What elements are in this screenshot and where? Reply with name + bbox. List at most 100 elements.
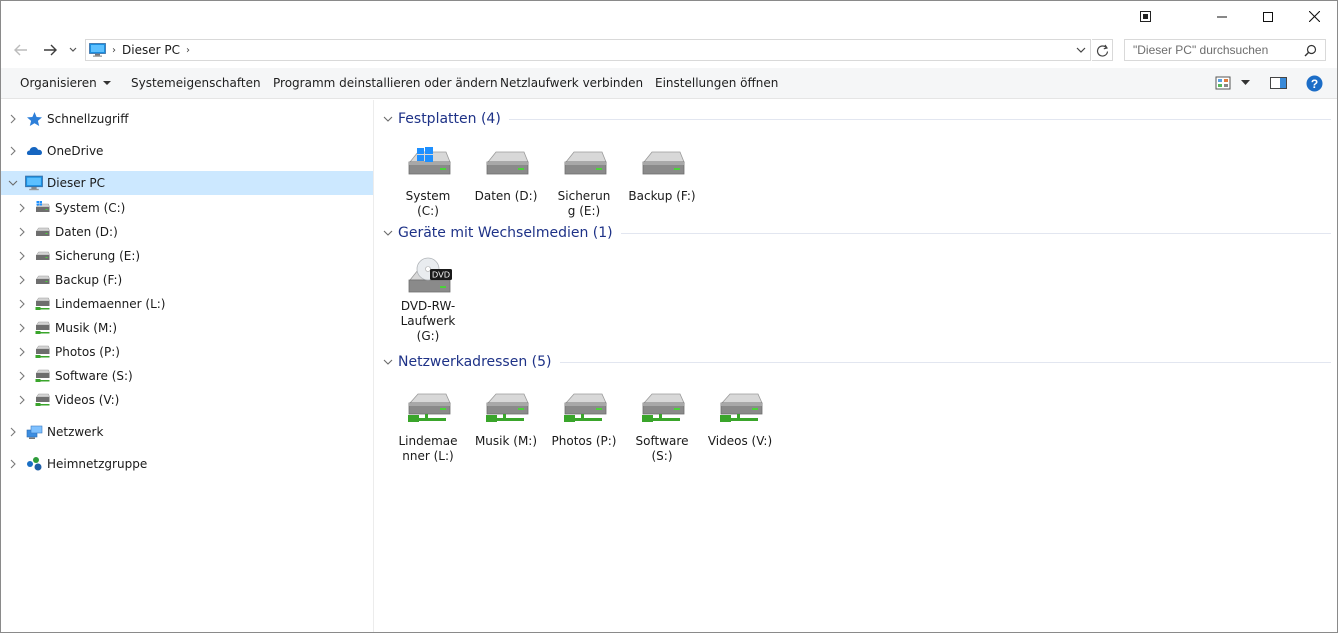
- arrow-left-icon: [14, 44, 27, 56]
- network-tile-p[interactable]: Photos (P:): [549, 391, 619, 449]
- breadcrumb-separator-icon[interactable]: ›: [112, 45, 116, 56]
- refresh-button[interactable]: [1092, 39, 1113, 61]
- snap-layout-icon[interactable]: [1140, 11, 1151, 22]
- preview-pane-icon[interactable]: [1270, 75, 1287, 91]
- chevron-right-icon[interactable]: [17, 251, 27, 261]
- chevron-right-icon[interactable]: [17, 323, 27, 333]
- chevron-right-icon[interactable]: [17, 203, 27, 213]
- nav-item-this-pc[interactable]: Dieser PC: [1, 171, 373, 195]
- tile-label: Photos (P:): [551, 434, 617, 448]
- back-button[interactable]: [10, 39, 32, 61]
- chevron-right-icon[interactable]: [8, 427, 18, 437]
- system-properties-button[interactable]: Systemeigenschaften: [131, 68, 261, 98]
- chevron-right-icon[interactable]: [17, 371, 27, 381]
- breadcrumb-dieser-pc[interactable]: Dieser PC: [122, 43, 180, 57]
- chevron-right-icon[interactable]: [8, 146, 18, 156]
- windows-drive-icon: [404, 147, 452, 186]
- minimize-button[interactable]: [1199, 1, 1245, 32]
- nav-item-quick-access[interactable]: Schnellzugriff: [1, 107, 373, 131]
- drive-tile-f[interactable]: Backup (F:): [627, 146, 697, 204]
- nav-label: Daten (D:): [55, 225, 118, 239]
- chevron-down-icon[interactable]: [8, 178, 18, 188]
- nav-item-drive-l[interactable]: Lindemaenner (L:): [1, 292, 373, 316]
- command-bar: Organisieren Systemeigenschaften Program…: [1, 68, 1337, 99]
- content-view: Festplatten (4) System (C:) Daten (D:) S…: [375, 100, 1337, 632]
- open-settings-button[interactable]: Einstellungen öffnen: [655, 68, 778, 98]
- network-drive-icon: [716, 391, 764, 431]
- nav-item-onedrive[interactable]: OneDrive: [1, 139, 373, 163]
- network-drive-icon: [34, 344, 51, 360]
- group-header-network-locations[interactable]: Netzwerkadressen (5): [383, 352, 1331, 372]
- search-input[interactable]: [1125, 43, 1297, 57]
- nav-label: Videos (V:): [55, 393, 120, 407]
- chevron-down-icon[interactable]: [383, 228, 393, 238]
- nav-item-drive-e[interactable]: Sicherung (E:): [1, 244, 373, 268]
- organize-label: Organisieren: [20, 76, 97, 90]
- network-tile-v[interactable]: Videos (V:): [705, 391, 775, 449]
- star-icon: [27, 112, 42, 126]
- nav-label: System (C:): [55, 201, 126, 215]
- help-icon[interactable]: ?: [1306, 75, 1323, 92]
- maximize-button[interactable]: [1245, 1, 1291, 32]
- chevron-down-icon[interactable]: [383, 114, 393, 124]
- close-icon: [1308, 11, 1320, 22]
- nav-label: Schnellzugriff: [47, 112, 129, 126]
- chevron-right-icon[interactable]: [8, 459, 18, 469]
- drive-tile-e[interactable]: Sicherung (E:): [549, 146, 619, 219]
- recent-locations-button[interactable]: [65, 39, 81, 61]
- hard-drive-icon: [482, 146, 530, 186]
- nav-item-drive-p[interactable]: Photos (P:): [1, 340, 373, 364]
- drive-tile-c[interactable]: System (C:): [393, 146, 463, 219]
- group-divider: [559, 361, 1331, 363]
- close-button[interactable]: [1291, 1, 1337, 32]
- nav-item-drive-d[interactable]: Daten (D:): [1, 220, 373, 244]
- windows-drive-icon: [34, 201, 51, 216]
- breadcrumb-separator-icon[interactable]: ›: [186, 45, 190, 56]
- computer-icon: [25, 175, 43, 191]
- tile-label: Lindemaenner (L:): [398, 434, 458, 463]
- group-header-removable[interactable]: Geräte mit Wechselmedien (1): [383, 223, 1331, 243]
- computer-icon: [89, 43, 106, 57]
- change-view-icon[interactable]: [1215, 75, 1231, 91]
- network-tile-l[interactable]: Lindemaenner (L:): [393, 391, 463, 464]
- address-history-chevron-icon[interactable]: [1074, 43, 1088, 57]
- nav-item-homegroup[interactable]: Heimnetzgruppe: [1, 452, 373, 476]
- nav-item-drive-f[interactable]: Backup (F:): [1, 268, 373, 292]
- chevron-down-icon[interactable]: [383, 357, 393, 367]
- chevron-right-icon[interactable]: [17, 227, 27, 237]
- group-title: Geräte mit Wechselmedien (1): [398, 225, 613, 241]
- drive-tile-g[interactable]: DVD DVD-RW-Laufwerk (G:): [393, 256, 463, 344]
- view-options-caret-icon[interactable]: [1241, 80, 1250, 86]
- nav-item-drive-v[interactable]: Videos (V:): [1, 388, 373, 412]
- nav-label: Sicherung (E:): [55, 249, 141, 263]
- chevron-right-icon[interactable]: [17, 299, 27, 309]
- network-drive-icon: [34, 296, 51, 312]
- address-bar[interactable]: › Dieser PC ›: [85, 39, 1091, 61]
- network-tile-s[interactable]: Software (S:): [627, 391, 697, 464]
- network-drive-icon: [638, 391, 686, 431]
- nav-label: Netzwerk: [47, 425, 104, 439]
- map-network-drive-button[interactable]: Netzlaufwerk verbinden: [500, 68, 643, 98]
- network-drive-icon: [34, 368, 51, 384]
- address-row: › Dieser PC ›: [1, 37, 1337, 63]
- nav-item-drive-s[interactable]: Software (S:): [1, 364, 373, 388]
- drive-tile-d[interactable]: Daten (D:): [471, 146, 541, 204]
- chevron-right-icon[interactable]: [17, 395, 27, 405]
- nav-item-drive-c[interactable]: System (C:): [1, 196, 373, 220]
- uninstall-program-button[interactable]: Programm deinstallieren oder ändern: [273, 68, 498, 98]
- chevron-right-icon[interactable]: [17, 347, 27, 357]
- organize-button[interactable]: Organisieren: [20, 68, 111, 98]
- chevron-right-icon[interactable]: [8, 114, 18, 124]
- forward-button[interactable]: [39, 39, 61, 61]
- nav-item-drive-m[interactable]: Musik (M:): [1, 316, 373, 340]
- chevron-right-icon[interactable]: [17, 275, 27, 285]
- network-tile-m[interactable]: Musik (M:): [471, 391, 541, 449]
- network-drive-icon: [34, 392, 51, 408]
- nav-label: Dieser PC: [47, 176, 105, 190]
- nav-label: Software (S:): [55, 369, 133, 383]
- search-box[interactable]: [1124, 39, 1326, 61]
- nav-item-network[interactable]: Netzwerk: [1, 420, 373, 444]
- cloud-icon: [26, 147, 42, 155]
- group-header-hard-disks[interactable]: Festplatten (4): [383, 109, 1331, 129]
- search-icon[interactable]: [1304, 44, 1317, 57]
